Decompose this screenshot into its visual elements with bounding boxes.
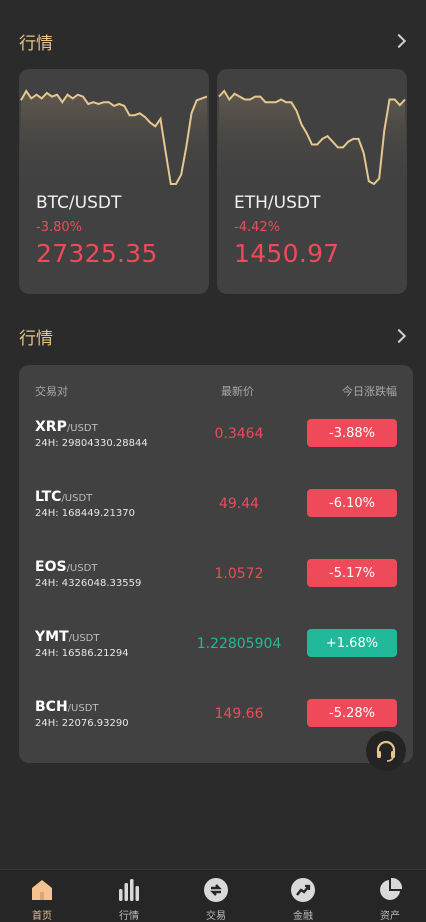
chevron-right-icon[interactable]	[391, 33, 407, 49]
ticker-price: 27325.35	[36, 239, 158, 268]
ticker-price: 1450.97	[234, 239, 340, 268]
market-row-bch[interactable]: BCH/USDT 24H: 22076.93290 149.66 -5.28%	[19, 699, 413, 749]
pair-price: 1.22805904	[196, 636, 282, 652]
market-section-title: 行情	[19, 328, 53, 349]
header-pair: 交易对	[35, 385, 68, 398]
exchange-icon	[202, 876, 230, 904]
pair-symbol: EOS/USDT	[35, 559, 98, 575]
ticker-change: -4.42%	[234, 220, 280, 235]
change-badge[interactable]: -5.17%	[307, 559, 397, 587]
pair-symbol: YMT/USDT	[35, 629, 100, 645]
market-section-header[interactable]: 行情	[19, 324, 410, 349]
ticker-card-eth[interactable]: ETH/USDT -4.42% 1450.97	[217, 69, 407, 294]
market-row-ltc[interactable]: LTC/USDT 24H: 168449.21370 49.44 -6.10%	[19, 489, 413, 539]
pie-chart-icon	[376, 876, 404, 904]
ticker-change: -3.80%	[36, 220, 82, 235]
pair-price: 49.44	[218, 496, 260, 512]
pair-volume: 24H: 16586.21294	[35, 648, 129, 659]
pair-volume: 24H: 4326048.33559	[35, 578, 142, 589]
tab-trade[interactable]: 交易	[186, 876, 246, 922]
trend-up-icon	[289, 876, 317, 904]
tab-label: 交易	[206, 911, 226, 922]
tab-label: 首页	[32, 911, 52, 922]
ticker-pair: BTC/USDT	[36, 193, 122, 213]
tab-market[interactable]: 行情	[99, 876, 159, 922]
tab-label: 资产	[380, 911, 400, 922]
change-badge[interactable]: +1.68%	[307, 629, 397, 657]
header-change: 今日涨跌幅	[342, 385, 397, 398]
chevron-right-icon[interactable]	[391, 328, 407, 344]
market-row-eos[interactable]: EOS/USDT 24H: 4326048.33559 1.0572 -5.17…	[19, 559, 413, 609]
home-icon	[28, 876, 56, 904]
pair-price: 149.66	[214, 706, 264, 722]
header-price: 最新价	[221, 385, 254, 398]
ticker-pair: ETH/USDT	[234, 193, 321, 213]
change-badge[interactable]: -3.88%	[307, 419, 397, 447]
pair-symbol: LTC/USDT	[35, 489, 93, 505]
bar-chart-icon	[115, 876, 143, 904]
bottom-tab-bar: 首页 行情 交易 金融 资产	[0, 869, 426, 922]
customer-support-button[interactable]	[366, 731, 406, 771]
change-badge[interactable]: -6.10%	[307, 489, 397, 517]
tab-label: 行情	[119, 911, 139, 922]
headset-icon	[376, 740, 396, 762]
ticker-card-btc[interactable]: BTC/USDT -3.80% 27325.35	[19, 69, 209, 294]
market-list-header: 交易对 最新价 今日涨跌幅	[19, 383, 413, 399]
tab-assets[interactable]: 资产	[360, 876, 420, 922]
pair-price: 0.3464	[214, 426, 264, 442]
pair-symbol: BCH/USDT	[35, 699, 99, 715]
eth-sparkline	[217, 89, 407, 189]
ticker-section-title: 行情	[19, 33, 53, 54]
tab-finance[interactable]: 金融	[273, 876, 333, 922]
eth-sparkline-area	[217, 91, 407, 189]
tab-label: 金融	[293, 911, 313, 922]
pair-price: 1.0572	[214, 566, 264, 582]
pair-volume: 24H: 168449.21370	[35, 508, 135, 519]
tab-home[interactable]: 首页	[12, 876, 72, 922]
pair-volume: 24H: 29804330.28844	[35, 438, 148, 449]
pair-volume: 24H: 22076.93290	[35, 718, 129, 729]
market-row-ymt[interactable]: YMT/USDT 24H: 16586.21294 1.22805904 +1.…	[19, 629, 413, 679]
market-list: 交易对 最新价 今日涨跌幅 XRP/USDT 24H: 29804330.288…	[19, 365, 413, 763]
market-row-xrp[interactable]: XRP/USDT 24H: 29804330.28844 0.3464 -3.8…	[19, 419, 413, 469]
pair-symbol: XRP/USDT	[35, 419, 98, 435]
ticker-section-header[interactable]: 行情	[19, 29, 410, 54]
btc-sparkline	[19, 89, 209, 189]
change-badge[interactable]: -5.28%	[307, 699, 397, 727]
